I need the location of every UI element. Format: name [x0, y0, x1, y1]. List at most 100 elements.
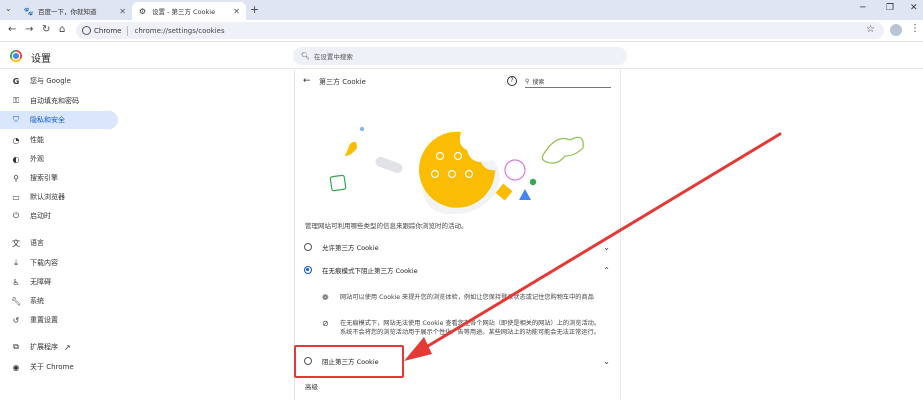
sidebar-item-label: 外观: [30, 155, 44, 163]
tab-search-chevron-icon[interactable]: ⌄: [5, 4, 12, 13]
chevron-down-icon[interactable]: ⌄: [603, 243, 610, 252]
detail-text-line2: 系统不会将您的浏览活动用于展示个性化广告等用途。某些网站上的功能可能会无法正常运…: [340, 329, 600, 336]
settings-search-input[interactable]: 🔍︎ 在设置中搜索: [293, 47, 627, 65]
sidebar-item-autofill[interactable]: ⚿ 自动填充和密码: [0, 92, 118, 110]
sidebar-item-performance[interactable]: ◔ 性能: [0, 131, 118, 149]
sidebar-item-about[interactable]: ◉ 关于 Chrome: [0, 358, 118, 376]
sidebar-item-search-engine[interactable]: ⚲ 搜索引擎: [0, 169, 118, 187]
detail-text: 网站可以使用 Cookie 来提升您的浏览体验，例如让您保持登录状态或记住您购物…: [340, 294, 594, 301]
sidebar-item-appearance[interactable]: ◐ 外观: [0, 150, 118, 168]
detail-incognito-block: ⊘ 在无痕模式下，网站无法使用 Cookie 查看您在各个网站（即使是相关的网站…: [322, 319, 600, 337]
dot-shape: [529, 178, 537, 186]
sidebar-item-system[interactable]: 🔧︎ 系统: [0, 292, 118, 310]
sidebar-item-extensions[interactable]: ⧉ 扩展程序 ↗: [0, 338, 118, 356]
puzzle-icon: ⧉: [13, 342, 19, 351]
shield-icon: ⛉: [13, 115, 19, 124]
block-icon: ⊘: [322, 319, 329, 328]
baidu-paw-icon: 🐾: [23, 6, 34, 16]
url-text[interactable]: chrome://settings/cookies: [134, 27, 224, 35]
download-icon: ⤓: [14, 258, 18, 267]
tab-settings[interactable]: ⚙ 设置 - 第三方 Cookie ✕: [132, 2, 246, 20]
sidebar-item-label: 语言: [30, 239, 44, 247]
power-icon: ⏻: [12, 211, 20, 220]
radio-button[interactable]: [304, 243, 312, 251]
tab-title: 设置 - 第三方 Cookie: [152, 8, 216, 16]
site-info-chip[interactable]: Chrome: [76, 26, 127, 35]
sidebar-item-label: 默认浏览器: [30, 193, 65, 201]
sidebar-item-default-browser[interactable]: ▭ 默认浏览器: [0, 188, 118, 206]
sidebar-item-reset[interactable]: ↺ 重置设置: [0, 311, 118, 329]
search-icon: ⚲: [525, 78, 530, 85]
minimize-icon[interactable]: ─: [860, 3, 865, 13]
browser-window-icon: ▭: [12, 192, 20, 202]
search-icon: ⚲: [13, 173, 19, 183]
help-icon[interactable]: ?: [507, 76, 517, 86]
accessibility-icon: ♿: [12, 277, 20, 287]
square-outline-shape: [329, 174, 347, 192]
back-arrow-icon[interactable]: ←: [303, 76, 311, 86]
sidebar-item-label: 搜索引擎: [30, 174, 58, 182]
page-description: 管理网站可利用哪些类型的信息来跟踪你浏览时的活动。: [305, 222, 468, 230]
sidebar-item-startup[interactable]: ⏻ 启动时: [0, 207, 118, 225]
search-icon: 🔍︎: [301, 52, 310, 60]
sidebar-item-label: 启动时: [30, 212, 51, 220]
annotation-highlight-box: [294, 345, 404, 378]
sidebar-item-google[interactable]: G 您与 Google: [0, 72, 118, 90]
palette-icon: ◐: [12, 154, 20, 164]
tab-strip: ⌄ 🐾 百度一下，你就知道 ✕ ⚙ 设置 - 第三方 Cookie ✕ + ─ …: [0, 0, 923, 20]
option-block-incognito[interactable]: 在无痕模式下阻止第三方 Cookie ⌃: [295, 259, 622, 281]
close-icon[interactable]: ✕: [119, 7, 126, 16]
avatar[interactable]: [890, 24, 902, 36]
tab-title: 百度一下，你就知道: [38, 8, 97, 16]
reload-icon[interactable]: ↻: [42, 24, 50, 35]
sidebar-item-label: 关于 Chrome: [30, 363, 74, 371]
sidebar-item-label: 下载内容: [30, 259, 58, 267]
sidebar-item-downloads[interactable]: ⤓ 下载内容: [0, 254, 118, 272]
external-link-icon: ↗: [64, 342, 71, 352]
sidebar-item-label: 隐私和安全: [30, 116, 65, 124]
chip-label: Chrome: [94, 26, 122, 35]
triangle-shape: [519, 189, 531, 200]
card-search-input[interactable]: ⚲ 搜索: [525, 76, 611, 88]
detail-cookie-benefit: ❁ 网站可以使用 Cookie 来提升您的浏览体验，例如让您保持登录状态或记住您…: [322, 293, 594, 302]
menu-kebab-icon[interactable]: ⋮: [910, 23, 920, 34]
sidebar-item-label: 系统: [30, 297, 44, 305]
option-label: 在无痕模式下阻止第三方 Cookie: [322, 267, 418, 275]
cookie-crumb-shape: [345, 141, 357, 156]
sidebar-item-accessibility[interactable]: ♿ 无障碍: [0, 273, 118, 291]
settings-header: 设置 🔍︎ 在设置中搜索: [0, 43, 923, 69]
bookmark-star-icon[interactable]: ☆: [866, 24, 875, 35]
option-allow-third-party[interactable]: 允许第三方 Cookie ⌄: [295, 236, 622, 258]
sidebar-item-languages[interactable]: 文 语言: [0, 234, 118, 252]
forward-arrow-icon[interactable]: →: [25, 24, 33, 35]
dot-shape: [359, 126, 365, 132]
tab-baidu[interactable]: 🐾 百度一下，你就知道 ✕: [18, 2, 132, 20]
sidebar-item-label: 您与 Google: [30, 77, 71, 85]
sidebar-item-label: 自动填充和密码: [30, 97, 79, 105]
advanced-section-label: 高级: [305, 383, 318, 391]
search-placeholder: 在设置中搜索: [313, 53, 353, 61]
page-title: 设置: [31, 54, 51, 65]
translate-icon: 文: [12, 238, 20, 248]
restore-icon[interactable]: ❐: [886, 3, 894, 13]
wrench-icon: 🔧︎: [11, 296, 22, 306]
cookie-shape: [419, 131, 495, 208]
radio-button-selected[interactable]: [304, 266, 312, 274]
back-arrow-icon[interactable]: ←: [8, 24, 16, 35]
google-g-icon: G: [12, 76, 20, 86]
cookie-illustration: [329, 124, 584, 214]
chevron-down-icon[interactable]: ⌄: [603, 357, 610, 366]
cookie-icon: ❁: [322, 293, 329, 302]
new-tab-button[interactable]: +: [250, 3, 259, 16]
address-bar[interactable]: Chrome chrome://settings/cookies: [76, 22, 884, 39]
card-header: ← 第三方 Cookie ? ⚲ 搜索: [295, 70, 622, 94]
peanut-outline-shape: [541, 136, 584, 164]
sidebar-item-privacy[interactable]: ⛉ 隐私和安全: [0, 111, 118, 129]
chevron-up-icon[interactable]: ⌃: [603, 266, 610, 275]
close-icon[interactable]: ✕: [233, 7, 240, 16]
window-close-icon[interactable]: ✕: [910, 3, 918, 13]
chrome-icon: [82, 26, 91, 35]
card-title: 第三方 Cookie: [319, 78, 366, 86]
sidebar-item-label: 扩展程序: [30, 343, 58, 351]
home-icon[interactable]: ⌂: [59, 24, 65, 35]
